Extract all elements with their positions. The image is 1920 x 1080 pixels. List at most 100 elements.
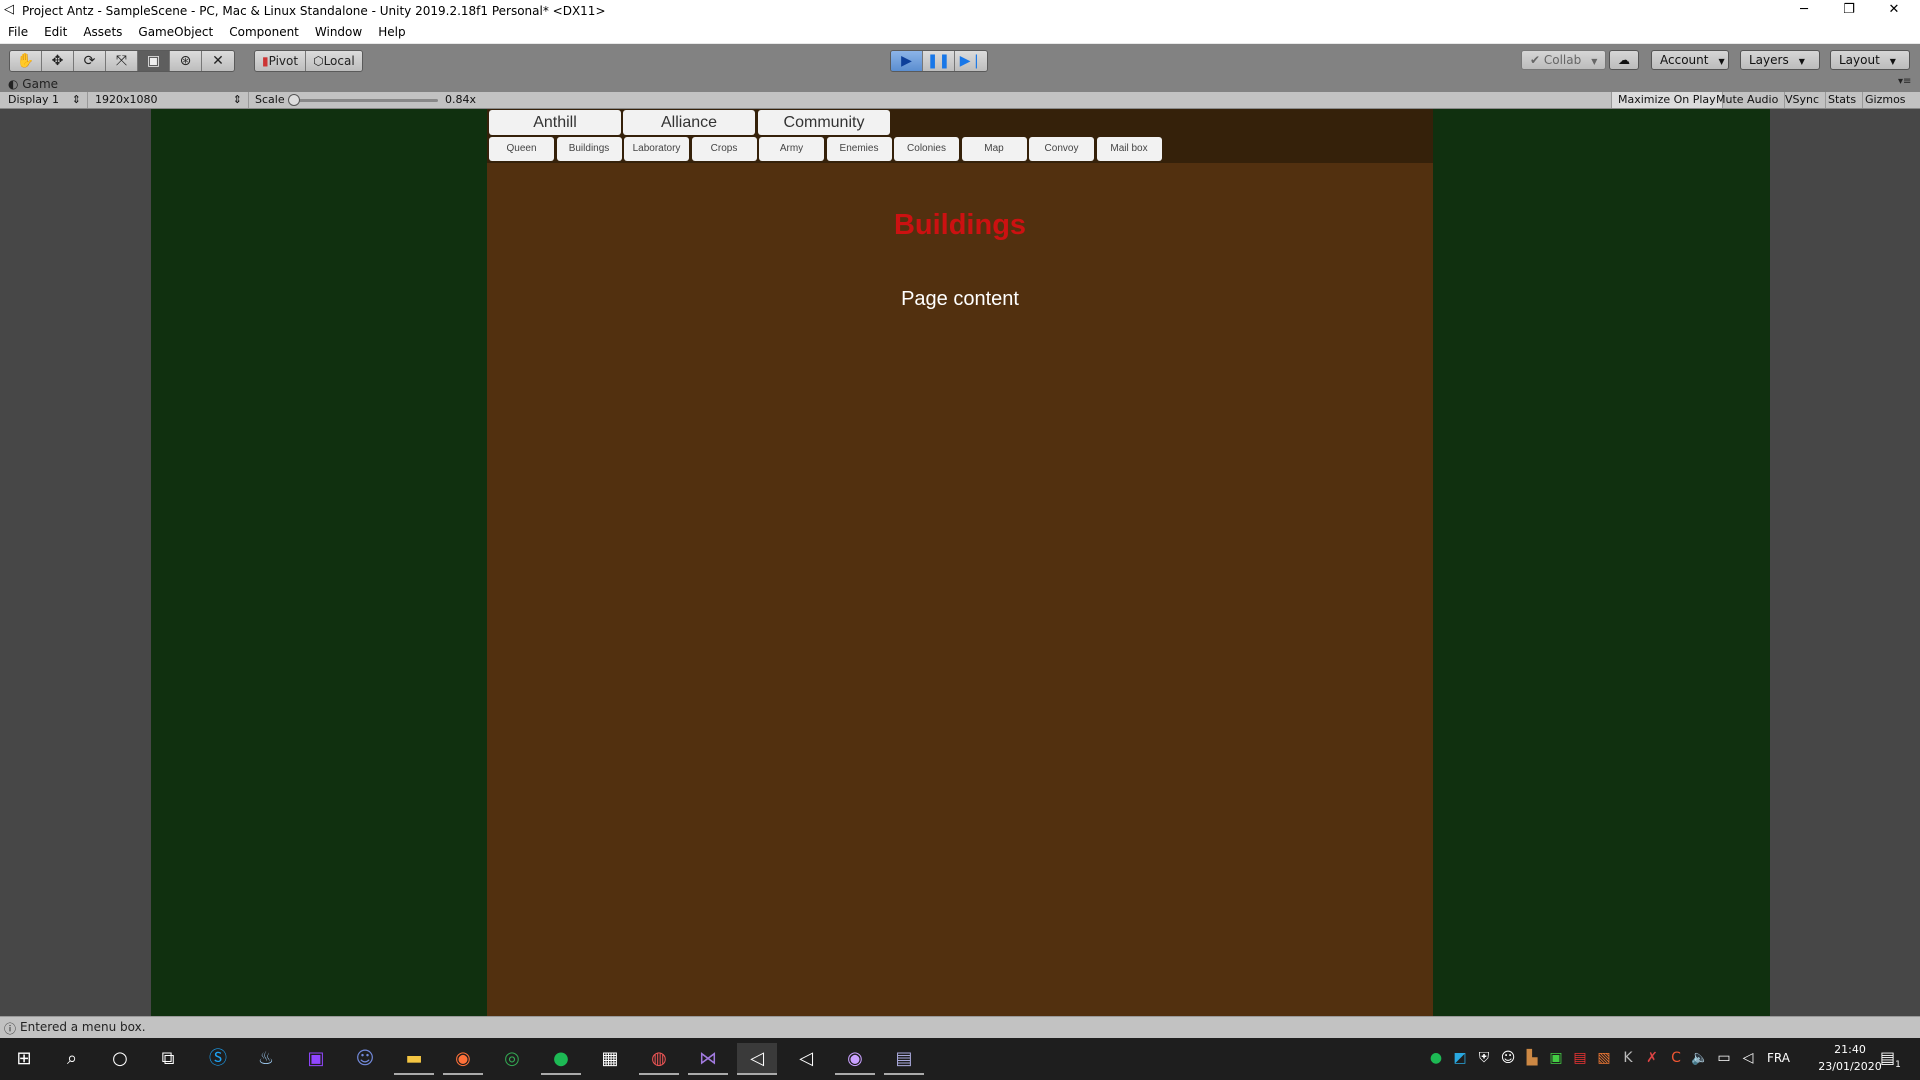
pause-button[interactable]: ❚❚ [923,51,955,71]
visual-studio-icon[interactable]: ⋈ [688,1043,728,1075]
menu-window[interactable]: Window [307,22,370,43]
search-icon[interactable]: ⌕ [52,1043,92,1075]
subtab-enemies[interactable]: Enemies [826,137,892,161]
ccleaner-tray-icon[interactable]: C [1666,1050,1686,1066]
hand-icon[interactable]: ✋ [10,51,42,71]
subtab-crops[interactable]: Crops [691,137,757,161]
menu-file[interactable]: File [0,22,36,43]
transform-icon[interactable]: ⊛ [170,51,202,71]
menu-gameobject[interactable]: GameObject [130,22,221,43]
cloud-icon[interactable]: ☁ [1609,50,1639,70]
menu-assets[interactable]: Assets [75,22,130,43]
game-tab[interactable]: ◐ Game [8,77,58,91]
discord-tray-icon[interactable]: ☺ [1498,1050,1518,1066]
network-error-tray-icon[interactable]: ✗ [1642,1050,1662,1066]
speed-tray-icon[interactable]: ◩ [1450,1050,1470,1066]
tab-anthill[interactable]: Anthill [489,110,621,135]
page-title: Buildings [893,209,1027,241]
subtab-mail-box[interactable]: Mail box [1096,137,1162,161]
pivot-label: Pivot [268,54,299,68]
firefox-icon[interactable]: ◉ [443,1043,483,1075]
twitch-icon[interactable]: ▣ [296,1043,336,1075]
rect-icon[interactable]: ▣ [138,51,170,71]
info-icon: ⓘ [4,1022,17,1036]
taskbar: ⊞ ⌕ ○ ⧉ Ⓢ ♨ ▣ ☺ ▬ ◉ ◎ ● ▦ ◍ ⋈ ◁ ◁ ◉ ▤ ● … [0,1038,1920,1080]
scale-icon[interactable]: ⤧ [106,51,138,71]
cortana-icon[interactable]: ○ [100,1043,140,1075]
app-tray-icon[interactable]: ▙ [1522,1050,1542,1066]
scale-slider[interactable] [288,94,438,106]
subtab-colonies[interactable]: Colonies [894,137,959,161]
spotify-tray-icon[interactable]: ● [1426,1050,1446,1066]
play-button[interactable]: ▶ [891,51,923,71]
subtab-army[interactable]: Army [759,137,824,161]
subtab-map[interactable]: Map [961,137,1027,161]
vsync-toggle[interactable]: VSync [1779,92,1827,108]
chrome-icon[interactable]: ◎ [492,1043,532,1075]
close-button[interactable]: ✕ [1872,0,1916,22]
app3-icon[interactable]: ▤ [884,1043,924,1075]
game-view: Anthill Alliance Community Queen Buildin… [0,109,1920,1016]
language-indicator[interactable]: FRA [1767,1051,1790,1065]
custom-tool-icon[interactable]: ✕ [202,51,234,71]
pivot-button[interactable]: ▮Pivot [255,51,307,71]
unity-hub-icon[interactable]: ◁ [786,1043,826,1075]
file-explorer-icon[interactable]: ▬ [394,1043,434,1075]
tab-alliance[interactable]: Alliance [623,110,755,135]
mute-audio-toggle[interactable]: Mute Audio [1710,92,1786,108]
maximize-on-play-toggle[interactable]: Maximize On Play [1611,92,1723,108]
local-button[interactable]: ⬡Local [306,51,362,71]
restore-button[interactable]: ❐ [1827,0,1871,22]
collab-button[interactable]: ✔ Collab ▼ [1521,50,1607,70]
app3-tray-icon[interactable]: ▧ [1594,1050,1614,1066]
display-dropdown[interactable]: Display 1 ⇕ [2,92,88,108]
subtab-convoy[interactable]: Convoy [1029,137,1094,161]
unity-icon[interactable]: ◁ [737,1043,777,1075]
stats-toggle[interactable]: Stats [1822,92,1864,108]
play-controls: ▶ ❚❚ ▶❘ [890,50,988,72]
discord-icon[interactable]: ☺ [345,1043,385,1075]
app2-icon[interactable]: ◉ [835,1043,875,1075]
tab-menu-icon[interactable]: ▾≡ [1898,76,1911,87]
clock-date[interactable]: 23/01/2020 [1818,1060,1882,1073]
k-tray-icon[interactable]: K [1618,1050,1638,1066]
step-button[interactable]: ▶❘ [955,51,987,71]
spotify-icon[interactable]: ● [541,1043,581,1075]
subtab-laboratory[interactable]: Laboratory [624,137,689,161]
layout-dropdown[interactable]: Layout ▼ [1830,50,1910,70]
cc-tray-icon[interactable]: ▤ [1570,1050,1590,1066]
account-dropdown[interactable]: Account ▼ [1651,50,1729,70]
layers-dropdown[interactable]: Layers ▼ [1740,50,1820,70]
volume-icon[interactable]: 🔈 [1690,1050,1710,1066]
security-tray-icon[interactable]: ⛨ [1474,1050,1494,1066]
subtab-buildings[interactable]: Buildings [556,137,622,161]
steam-icon[interactable]: ♨ [246,1043,286,1075]
network-icon[interactable]: ▭ [1714,1050,1734,1066]
unity-tray-icon[interactable]: ◁ [1738,1050,1758,1066]
title-bar: ◁ Project Antz - SampleScene - PC, Mac &… [0,0,1920,22]
minimize-button[interactable]: ─ [1782,0,1826,22]
menu-edit[interactable]: Edit [36,22,75,43]
gizmos-dropdown[interactable]: Gizmos ▾ [1859,92,1920,122]
windows-start-icon[interactable]: ⊞ [4,1043,44,1075]
notifications-icon[interactable]: ▤1 [1880,1048,1901,1070]
status-message: Entered a menu box. [20,1020,146,1034]
status-bar[interactable]: ⓘ Entered a menu box. [0,1016,1920,1038]
transform-tools: ✋ ✥ ⟳ ⤧ ▣ ⊛ ✕ [9,50,235,72]
tab-community[interactable]: Community [758,110,890,135]
app-icon[interactable]: ◍ [639,1043,679,1075]
calculator-icon[interactable]: ▦ [590,1043,630,1075]
menu-component[interactable]: Component [221,22,307,43]
clock-time[interactable]: 21:40 [1818,1043,1882,1056]
resolution-dropdown[interactable]: 1920x1080 ⇕ [89,92,249,108]
skype-icon[interactable]: Ⓢ [198,1043,238,1075]
subtab-queen[interactable]: Queen [489,137,554,161]
menu-panel: Anthill Alliance Community Queen Buildin… [487,109,1433,1016]
menu-help[interactable]: Help [370,22,413,43]
move-icon[interactable]: ✥ [42,51,74,71]
scale-slider-thumb[interactable] [288,94,300,106]
rotate-icon[interactable]: ⟳ [74,51,106,71]
task-view-icon[interactable]: ⧉ [148,1043,188,1075]
notification-count: 1 [1895,1060,1901,1071]
app2-tray-icon[interactable]: ▣ [1546,1050,1566,1066]
